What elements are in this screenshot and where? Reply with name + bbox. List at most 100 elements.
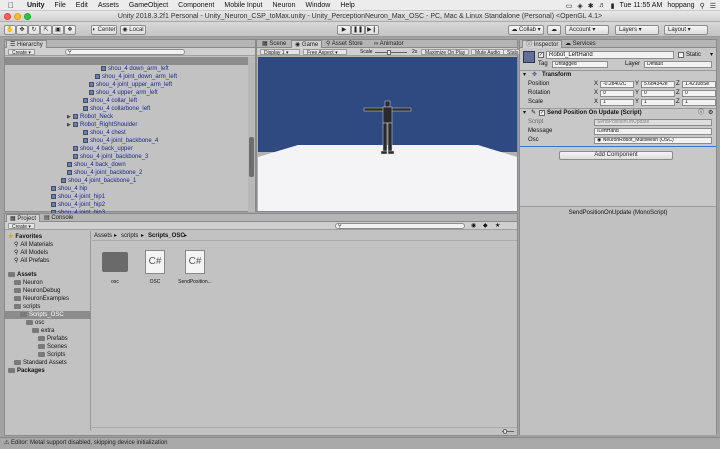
menubar-user[interactable]: hoppang	[667, 2, 694, 9]
menu-app-name[interactable]: Unity	[22, 2, 50, 9]
project-tree-item[interactable]: ⚲ All Prefabs	[14, 257, 49, 265]
hierarchy-search-input[interactable]: ⚲	[65, 49, 185, 55]
breadcrumb-scripts[interactable]: scripts	[121, 232, 138, 240]
project-tree-item[interactable]: Assets	[8, 271, 37, 279]
project-tree-item[interactable]: NeuronExamples	[14, 295, 69, 303]
tab-hierarchy[interactable]: ☰ Hierarchy	[6, 40, 47, 48]
project-tree-item[interactable]: NeuronDebug	[14, 287, 60, 295]
hierarchy-item[interactable]: shou_4 hip	[45, 185, 87, 193]
filter-by-type-icon[interactable]: ◉	[471, 222, 476, 229]
close-window-icon[interactable]	[4, 13, 11, 20]
project-tree-item[interactable]: scripts	[14, 303, 40, 311]
apple-icon[interactable]: 	[0, 1, 22, 10]
rect-tool-button[interactable]: ▣	[52, 25, 64, 35]
project-tree-item[interactable]: extra	[32, 327, 54, 335]
rotation-z-field[interactable]: 0	[682, 90, 716, 97]
project-create-dropdown[interactable]: Create ▾	[8, 223, 35, 230]
project-tree-item[interactable]: Packages	[8, 367, 45, 375]
hierarchy-item[interactable]: shou_4 collarbone_left	[77, 105, 150, 113]
minimize-window-icon[interactable]	[14, 13, 21, 20]
hierarchy-scrollbar[interactable]	[248, 57, 255, 212]
component-header[interactable]: Send Position On Update (Script)	[547, 109, 642, 117]
display-dropdown[interactable]: Display 1 ▾	[260, 49, 300, 56]
component-help-icon[interactable]: ⓘ	[698, 109, 704, 117]
position-y-field[interactable]: 5.684342e	[641, 81, 675, 88]
hierarchy-item[interactable]: shou_4 chest	[77, 129, 126, 137]
scale-tool-button[interactable]: ⇱	[40, 25, 52, 35]
asset-osc-folder[interactable]: osc	[100, 250, 130, 285]
menubar-clock[interactable]: Tue 11:55 AM	[620, 2, 663, 9]
spotlight-search-icon[interactable]: ⚲	[700, 2, 705, 10]
message-field[interactable]: /LeftHand	[594, 128, 712, 135]
menu-neuron[interactable]: Neuron	[268, 2, 301, 9]
battery-icon[interactable]: ▮	[611, 2, 615, 10]
menu-window[interactable]: Window	[300, 2, 335, 9]
game-viewport[interactable]	[258, 57, 517, 211]
hierarchy-item[interactable]: shou_4 upper_arm_left	[83, 89, 158, 97]
hierarchy-item[interactable]: shou_4 joint_down_arm_left	[89, 73, 177, 81]
step-button[interactable]: ▶❙	[365, 25, 379, 35]
project-tree-item[interactable]: Scripts_OSC	[5, 311, 91, 319]
scale-x-field[interactable]: 1	[600, 99, 634, 106]
component-enabled-checkbox[interactable]: ✓	[539, 110, 545, 116]
scale-y-field[interactable]: 1	[641, 99, 675, 106]
menu-edit[interactable]: Edit	[71, 2, 93, 9]
tab-services[interactable]: ☁ Services	[562, 40, 599, 48]
transform-foldout-icon[interactable]: ▾	[523, 71, 526, 79]
hierarchy-item[interactable]: shou_4 joint_upper_arm_left	[83, 81, 172, 89]
hierarchy-item[interactable]: shou_4 back_upper	[67, 145, 133, 153]
tab-console[interactable]: ▤ Console	[41, 214, 76, 222]
hierarchy-item[interactable]: shou_4 joint_backbone_1	[55, 177, 136, 185]
notification-center-icon[interactable]: ☰	[710, 2, 716, 10]
hierarchy-item[interactable]: shou_4 joint_hip1	[45, 193, 105, 201]
icon-size-slider-thumb[interactable]	[503, 429, 507, 434]
static-dropdown-icon[interactable]: ▾	[710, 51, 713, 59]
pivot-toggle-button[interactable]: ◐ Center	[91, 25, 117, 35]
menu-assets[interactable]: Assets	[93, 2, 124, 9]
transform-tool-button[interactable]: ❖	[64, 25, 76, 35]
position-z-field[interactable]: 1.42108Se	[682, 81, 716, 88]
rotate-tool-button[interactable]: ↻	[28, 25, 40, 35]
filter-by-label-icon[interactable]: ◆	[483, 222, 488, 229]
transform-header[interactable]: Transform	[542, 71, 571, 79]
hierarchy-item[interactable]: ▶ Robot_Neck	[67, 113, 113, 121]
project-tree-item[interactable]: Scenes	[38, 343, 67, 351]
project-tree-item[interactable]: Prefabs	[38, 335, 68, 343]
volume-icon[interactable]: ♬	[599, 2, 606, 9]
hierarchy-item[interactable]: shou_4 down_arm_left	[95, 65, 169, 73]
move-tool-button[interactable]: ✥	[16, 25, 28, 35]
project-tree-item[interactable]: Neuron	[14, 279, 43, 287]
project-tree-item[interactable]: ⚲ All Models	[14, 249, 48, 257]
menu-mobile-input[interactable]: Mobile Input	[219, 2, 267, 9]
hand-tool-button[interactable]: ✋	[4, 25, 16, 35]
asset-osc-script[interactable]: C# OSC	[140, 250, 170, 285]
object-name-field[interactable]: Robot_LeftHand	[546, 51, 674, 59]
hierarchy-item[interactable]: shou_4 joint_backbone_3	[67, 153, 148, 161]
icon-size-slider[interactable]	[502, 429, 514, 434]
hierarchy-item[interactable]: shou_4 joint_hip2	[45, 201, 105, 209]
wifi-icon[interactable]: ◈	[577, 2, 582, 10]
collab-button[interactable]: ☁ Collab ▾	[508, 25, 544, 35]
project-tree-item[interactable]: ★ Favorites	[8, 233, 42, 241]
tab-scene[interactable]: ▦ Scene	[259, 40, 289, 48]
layer-dropdown[interactable]: Default	[644, 61, 712, 68]
hierarchy-item[interactable]: shou_4 joint_backbone_4	[77, 137, 158, 145]
account-dropdown[interactable]: Account ▾	[565, 25, 609, 35]
hierarchy-item[interactable]: shou_4 joint_backbone_2	[61, 169, 142, 177]
space-toggle-button[interactable]: ◉ Local	[120, 25, 146, 35]
asset-sendposition-script[interactable]: C# SendPosition...	[175, 250, 215, 285]
cloud-button[interactable]: ☁	[547, 25, 561, 35]
tab-game[interactable]: ◉ Game	[291, 40, 323, 48]
aspect-dropdown[interactable]: Free Aspect ▾	[303, 49, 347, 56]
project-search-input[interactable]: ⚲	[335, 223, 465, 229]
airplay-icon[interactable]: ▭	[566, 2, 573, 10]
active-checkbox[interactable]: ✓	[538, 52, 544, 58]
scale-z-field[interactable]: 1	[682, 99, 716, 106]
scale-slider[interactable]	[375, 50, 407, 55]
breadcrumb-assets[interactable]: Assets	[94, 232, 112, 240]
component-settings-icon[interactable]: ⚙	[708, 109, 713, 117]
mute-audio-toggle[interactable]: Mute Audio	[471, 49, 505, 56]
project-tree-item[interactable]: Standard Assets	[14, 359, 67, 367]
hierarchy-scrollbar-thumb[interactable]	[249, 137, 254, 177]
project-tree-item[interactable]: ⚲ All Materials	[14, 241, 53, 249]
